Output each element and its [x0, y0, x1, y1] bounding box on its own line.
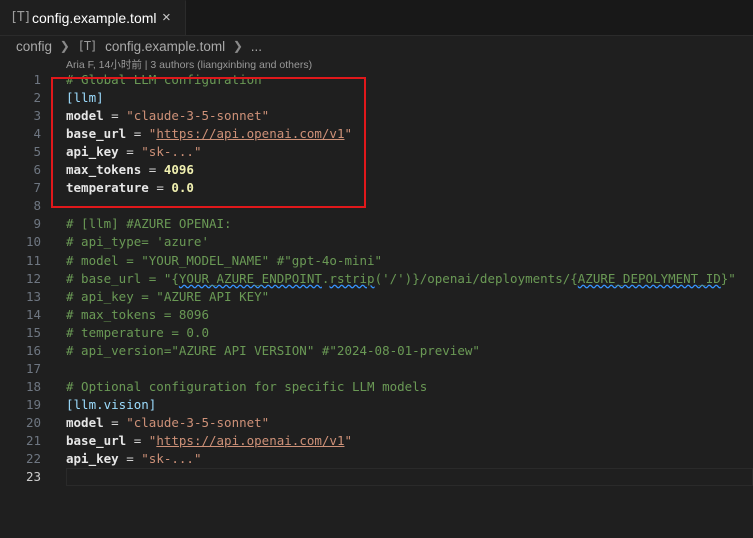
- code-text: # model = "YOUR_MODEL_NAME" #"gpt-4o-min…: [66, 252, 382, 270]
- line-number: 13: [25, 288, 41, 304]
- line-number: 19: [25, 396, 41, 412]
- code-token: ": [344, 433, 353, 448]
- code-token: "claude-3-5-sonnet": [126, 414, 270, 430]
- code-token: # [llm] #AZURE OPENAI:: [66, 216, 232, 232]
- code-token: =: [118, 451, 142, 467]
- code-line[interactable]: 20 model = "claude-3-5-sonnet": [0, 414, 753, 432]
- code-token: https://api.openai.com/v1: [156, 433, 345, 448]
- code-line[interactable]: 13 # api_key = "AZURE API KEY": [0, 288, 753, 306]
- code-token: rstrip: [329, 270, 375, 286]
- breadcrumb-file[interactable]: config.example.toml: [105, 39, 225, 54]
- code-line[interactable]: 15 # temperature = 0.0: [0, 324, 753, 342]
- code-text: base_url = "https://api.openai.com/v1": [66, 432, 352, 450]
- line-number: 4: [33, 126, 41, 142]
- code-token: YOUR_AZURE_ENDPOINT: [178, 270, 322, 286]
- close-icon[interactable]: ×: [162, 9, 171, 26]
- line-number: 22: [25, 451, 41, 467]
- code-line[interactable]: 11 # model = "YOUR_MODEL_NAME" #"gpt-4o-m…: [0, 252, 753, 270]
- code-text: # max_tokens = 8096: [66, 306, 209, 324]
- chevron-right-icon: ❯: [232, 39, 243, 54]
- code-token: ('/')}/openai/deployments/{: [374, 270, 578, 286]
- code-text: # Optional configuration for specific LL…: [66, 378, 427, 396]
- breadcrumb-more[interactable]: ...: [251, 39, 262, 54]
- code-token: base_url: [66, 433, 127, 448]
- code-token: api_key: [66, 451, 119, 467]
- code-line[interactable]: 10 # api_type= 'azure': [0, 233, 753, 251]
- code-token: # temperature = 0.0: [66, 324, 209, 340]
- code-line[interactable]: 16 # api_version="AZURE API VERSION" #"20…: [0, 342, 753, 360]
- highlight-box: [51, 77, 366, 208]
- code-line[interactable]: 22 api_key = "sk-...": [0, 450, 753, 468]
- code-token: # model = "YOUR_MODEL_NAME" #"gpt-4o-min…: [66, 252, 383, 268]
- code-token: # api_type= 'azure': [66, 234, 209, 250]
- code-token: # base_url = "{: [66, 270, 179, 286]
- line-number: 10: [25, 234, 41, 250]
- code-token: =: [126, 433, 149, 448]
- code-token: # api_key = "AZURE API KEY": [66, 288, 270, 304]
- toml-file-icon: [T]: [77, 39, 98, 54]
- code-text: # temperature = 0.0: [66, 324, 209, 342]
- code-text: # [llm] #AZURE OPENAI:: [66, 215, 232, 233]
- code-line[interactable]: 9 # [llm] #AZURE OPENAI:: [0, 215, 753, 233]
- line-number: 9: [33, 216, 41, 232]
- code-text: # api_type= 'azure': [66, 233, 209, 251]
- breadcrumb-folder[interactable]: config: [16, 39, 52, 54]
- line-number: 3: [33, 108, 41, 124]
- code-token: "sk-...": [141, 451, 202, 467]
- code-line[interactable]: 23: [0, 468, 753, 487]
- line-number: 12: [25, 270, 41, 286]
- code-text: api_key = "sk-...": [66, 450, 201, 468]
- code-line[interactable]: 12 # base_url = "{YOUR_AZURE_ENDPOINT.rst…: [0, 270, 753, 288]
- line-number: 15: [25, 324, 41, 340]
- code-text: # api_key = "AZURE API KEY": [66, 288, 269, 306]
- line-number: 8: [33, 198, 41, 214]
- code-token: }": [720, 270, 736, 286]
- code-text: [llm.vision]: [66, 396, 156, 414]
- code-line[interactable]: 17: [0, 360, 753, 378]
- line-number: 5: [33, 144, 41, 160]
- code-line[interactable]: 21 base_url = "https://api.openai.com/v1": [0, 432, 753, 450]
- tab-config-example-toml[interactable]: [T] config.example.toml ×: [0, 0, 186, 35]
- line-number: 23: [25, 469, 41, 485]
- code-token: # Optional configuration for specific LL…: [66, 378, 428, 394]
- code-token: model: [66, 414, 104, 430]
- code-token: AZURE_DEPOLYMENT_ID: [577, 270, 721, 286]
- code-text: # base_url = "{YOUR_AZURE_ENDPOINT.rstri…: [66, 270, 736, 288]
- code-line[interactable]: 14 # max_tokens = 8096: [0, 306, 753, 324]
- line-number: 17: [25, 360, 41, 376]
- code-text: model = "claude-3-5-sonnet": [66, 414, 269, 432]
- code-line[interactable]: 19 [llm.vision]: [0, 396, 753, 414]
- line-number: 21: [25, 433, 41, 448]
- line-number: 16: [25, 342, 41, 358]
- code-line[interactable]: 18 # Optional configuration for specific …: [0, 378, 753, 396]
- toml-file-icon: [T]: [10, 10, 32, 25]
- code-token: =: [103, 414, 127, 430]
- code-token: # api_version="AZURE API VERSION" #"2024…: [66, 342, 480, 358]
- line-number: 1: [33, 72, 41, 87]
- breadcrumb: config ❯ [T] config.example.toml ❯ ...: [16, 38, 262, 56]
- line-number: 14: [25, 306, 41, 322]
- line-number: 18: [25, 378, 41, 394]
- code-text: # api_version="AZURE API VERSION" #"2024…: [66, 342, 480, 360]
- current-line-highlight: [66, 468, 753, 487]
- line-number: 6: [33, 162, 41, 178]
- line-number: 11: [25, 252, 41, 268]
- code-token: # max_tokens = 8096: [66, 306, 209, 322]
- tab-label: config.example.toml: [32, 10, 157, 26]
- git-blame-codelens[interactable]: Aria F, 14小时前 | 3 authors (liangxinbing …: [66, 57, 312, 72]
- line-number: 2: [33, 90, 41, 106]
- chevron-right-icon: ❯: [59, 39, 70, 54]
- tab-bar: [T] config.example.toml ×: [0, 0, 753, 36]
- line-number: 20: [25, 414, 41, 430]
- line-number: 7: [33, 180, 41, 196]
- code-token: [llm.vision]: [66, 396, 157, 412]
